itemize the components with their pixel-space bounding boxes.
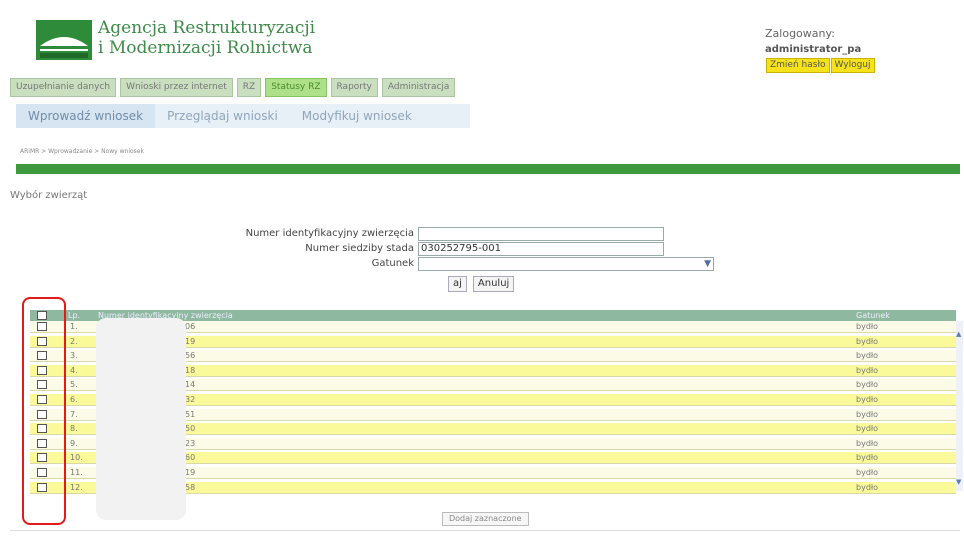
cell-animal-id: 32: [185, 395, 196, 404]
nav-item-raporty[interactable]: Raporty: [330, 78, 378, 97]
cell-species: bydło: [856, 482, 879, 492]
cell-species: bydło: [856, 365, 879, 375]
cell-species: bydło: [856, 453, 879, 463]
herd-id-input[interactable]: 030252795-001: [418, 242, 664, 256]
species-select[interactable]: ▼: [418, 257, 714, 271]
cell-lp: 5.: [70, 380, 78, 390]
cell-lp: 2.: [70, 336, 78, 346]
header-divider-bar: [16, 164, 960, 174]
cell-species: bydło: [856, 322, 879, 331]
section-title: Wybór zwierząt: [10, 190, 88, 201]
cell-lp: 10.: [70, 453, 83, 463]
cell-lp: 9.: [70, 438, 78, 448]
table-scrollbar[interactable]: [956, 321, 963, 491]
tab-modyfikuj-wniosek[interactable]: Modyfikuj wniosek: [290, 104, 424, 128]
cell-lp: 3.: [70, 351, 78, 361]
nav-item-statusy-rz[interactable]: Statusy RZ: [265, 78, 327, 97]
cell-animal-id: 19: [185, 336, 196, 346]
cell-species: bydło: [856, 468, 879, 477]
cell-animal-id: 58: [185, 482, 196, 492]
cell-lp: 4.: [70, 365, 78, 375]
redacted-overlay: [96, 318, 186, 520]
arimr-logo-icon: [36, 20, 92, 60]
user-name: administrator_pa: [765, 44, 862, 55]
agency-name-line2: i Modernizacji Rolnictwa: [98, 38, 313, 58]
cell-animal-id: 60: [185, 453, 196, 463]
add-selected-button[interactable]: Dodaj zaznaczone: [442, 512, 529, 526]
cell-species: bydło: [856, 409, 879, 419]
chevron-down-icon[interactable]: ▼: [704, 258, 711, 270]
animal-id-label: Numer identyfikacyjny zwierzęcia: [245, 228, 414, 239]
animal-id-input[interactable]: [418, 227, 664, 241]
change-password-button[interactable]: Zmień hasło: [766, 58, 830, 73]
cell-lp: 1.: [70, 322, 78, 331]
cell-lp: 11.: [70, 468, 83, 477]
sub-navigation: Wprowadź wniosek Przeglądaj wnioski Mody…: [16, 104, 470, 128]
cell-animal-id: 19: [185, 468, 196, 477]
cell-lp: 7.: [70, 409, 78, 419]
logged-in-label: Zalogowany:: [765, 27, 835, 40]
species-label: Gatunek: [371, 258, 414, 269]
nav-item-rz[interactable]: RZ: [236, 78, 262, 97]
tab-przegladaj-wnioski[interactable]: Przeglądaj wnioski: [155, 104, 290, 128]
cell-animal-id: 23: [185, 438, 196, 448]
nav-item-uzupelnianie[interactable]: Uzupełnianie danych: [10, 78, 117, 97]
top-navigation: Uzupełnianie danych Wnioski przez intern…: [10, 78, 456, 97]
footer-divider: [10, 530, 960, 531]
cell-species: bydło: [856, 336, 879, 346]
logout-button[interactable]: Wyloguj: [830, 58, 875, 73]
user-actions: Zmień hasło Wyloguj: [766, 58, 875, 73]
herd-id-label: Numer siedziby stada: [305, 243, 414, 254]
cell-species: bydło: [856, 424, 879, 434]
cell-lp: 8.: [70, 424, 78, 434]
agency-name-line1: Agencja Restrukturyzacji: [98, 18, 316, 38]
cell-animal-id: 56: [185, 351, 196, 361]
cell-species: bydło: [856, 395, 879, 404]
form-buttons: aj Anuluj: [448, 276, 515, 292]
tab-wprowadz-wniosek[interactable]: Wprowadź wniosek: [16, 104, 156, 128]
cell-animal-id: 06: [185, 322, 196, 331]
breadcrumb[interactable]: ARiMR > Wprowadzanie > Nowy wniosek: [20, 148, 144, 155]
checkbox-column-highlight: [22, 297, 66, 525]
header-species: Gatunek: [856, 311, 890, 320]
cell-species: bydło: [856, 438, 879, 448]
cell-animal-id: 50: [185, 424, 196, 434]
cell-animal-id: 14: [185, 380, 196, 390]
cell-animal-id: 51: [185, 409, 196, 419]
cell-lp: 12.: [70, 482, 83, 492]
cell-species: bydło: [856, 380, 879, 390]
cell-species: bydło: [856, 351, 879, 361]
scroll-up-icon[interactable]: ▲: [956, 330, 961, 338]
header-lp: Lp.: [68, 311, 81, 320]
scroll-down-icon[interactable]: ▼: [956, 478, 961, 486]
nav-item-administracja[interactable]: Administracja: [381, 78, 456, 97]
cell-lp: 6.: [70, 395, 78, 404]
cancel-button[interactable]: Anuluj: [472, 276, 515, 292]
nav-item-wnioski-internet[interactable]: Wnioski przez internet: [120, 78, 233, 97]
cell-animal-id: 18: [185, 365, 196, 375]
app-frame: Agencja Restrukturyzacji i Modernizacji …: [0, 0, 964, 540]
search-button[interactable]: aj: [448, 276, 467, 292]
